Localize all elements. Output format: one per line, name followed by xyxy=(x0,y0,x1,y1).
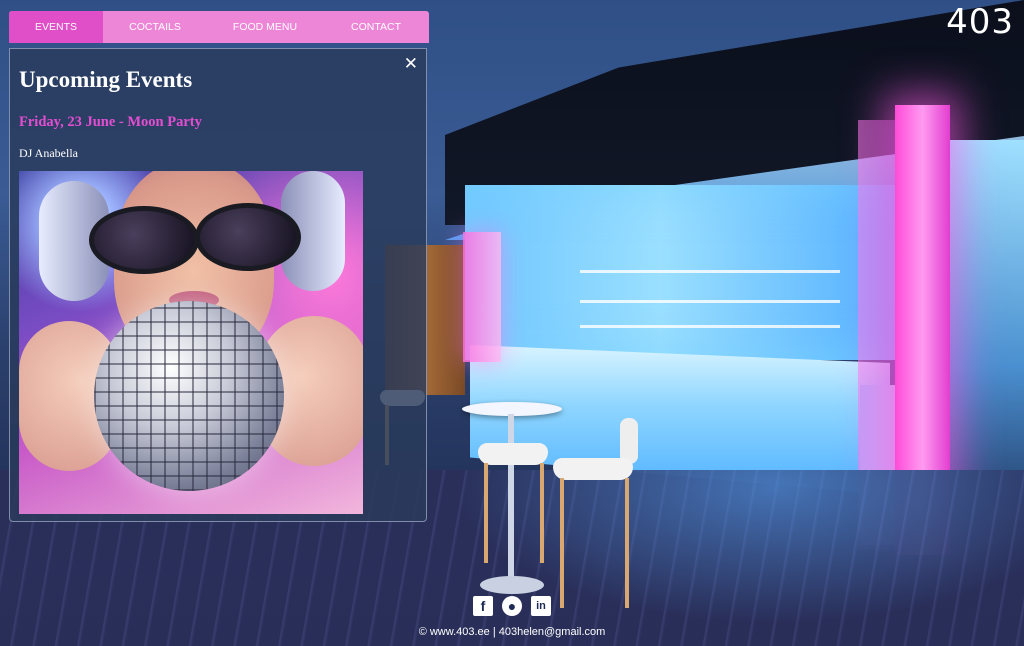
tab-events[interactable]: EVENTS xyxy=(9,11,103,43)
event-image xyxy=(19,171,363,514)
facebook-icon[interactable]: f xyxy=(473,596,493,616)
events-panel: ✕ Upcoming Events Friday, 23 June - Moon… xyxy=(9,48,427,522)
main-nav: EVENTS COCTAILS FOOD MENU CONTACT xyxy=(9,11,429,43)
linkedin-icon[interactable]: in xyxy=(531,596,551,616)
tab-coctails[interactable]: COCTAILS xyxy=(103,11,207,43)
panel-title: Upcoming Events xyxy=(19,67,193,92)
tab-food-menu[interactable]: FOOD MENU xyxy=(207,11,323,43)
tab-contact[interactable]: CONTACT xyxy=(323,11,429,43)
footer-text: © www.403.ee | 403helen@gmail.com xyxy=(418,626,606,638)
site-code: 403 xyxy=(946,2,1014,42)
github-icon[interactable]: ● xyxy=(502,596,522,616)
event-performer: DJ Anabella xyxy=(19,146,78,160)
disco-ball xyxy=(94,301,284,491)
social-links: f ● in xyxy=(473,596,551,616)
event-title: Friday, 23 June - Moon Party xyxy=(19,114,202,130)
close-icon[interactable]: ✕ xyxy=(404,56,418,73)
